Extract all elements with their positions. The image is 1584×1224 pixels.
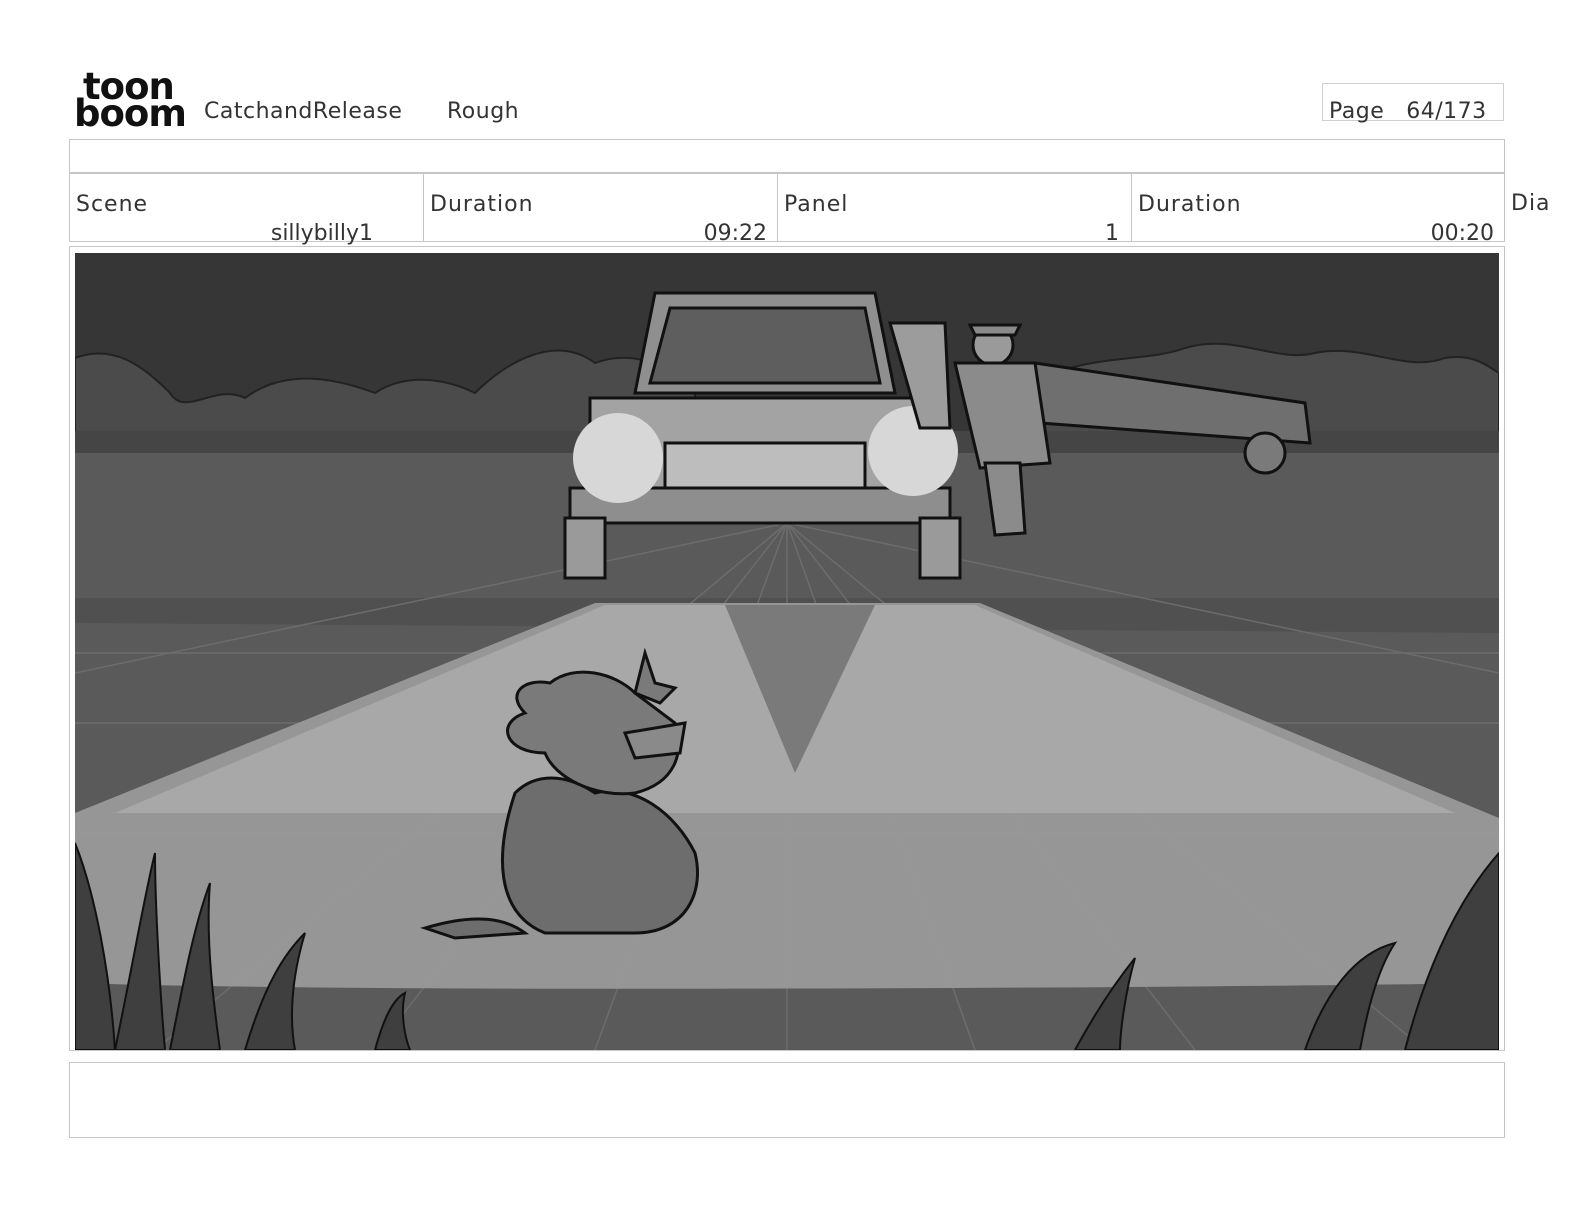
panel-label: Panel xyxy=(784,192,849,217)
storyboard-panel-image xyxy=(75,253,1499,1050)
panel-cell: Panel 1 xyxy=(778,174,1132,245)
dialogue-notes-box xyxy=(69,1062,1505,1138)
scene-duration-label: Duration xyxy=(430,192,534,217)
scene-duration-cell: Duration 09:22 xyxy=(424,174,778,245)
project-name: CatchandRelease xyxy=(204,99,403,124)
panel-duration-cell: Duration 00:20 xyxy=(1132,174,1504,245)
panel-value: 1 xyxy=(1105,221,1119,246)
draft-status: Rough xyxy=(447,99,520,124)
page-number: 64/173 xyxy=(1406,99,1487,124)
scene-cell: Scene sillybilly1 xyxy=(70,174,424,245)
panel-duration-label: Duration xyxy=(1138,192,1242,217)
dialogue-label: Dia xyxy=(1511,191,1551,216)
scene-label: Scene xyxy=(76,192,149,217)
header-band xyxy=(69,139,1505,173)
logo-wordmark-bottom: boom xyxy=(74,92,187,135)
info-row: Scene sillybilly1 Duration 09:22 Panel 1… xyxy=(69,173,1505,245)
page-label: Page xyxy=(1329,99,1385,124)
scene-value: sillybilly1 xyxy=(270,221,373,246)
panel-duration-value: 00:20 xyxy=(1430,221,1494,246)
page-indicator: Page 64/173 xyxy=(1329,99,1487,124)
toonboom-logo: toon boom xyxy=(74,68,187,135)
scene-duration-value: 09:22 xyxy=(703,221,767,246)
